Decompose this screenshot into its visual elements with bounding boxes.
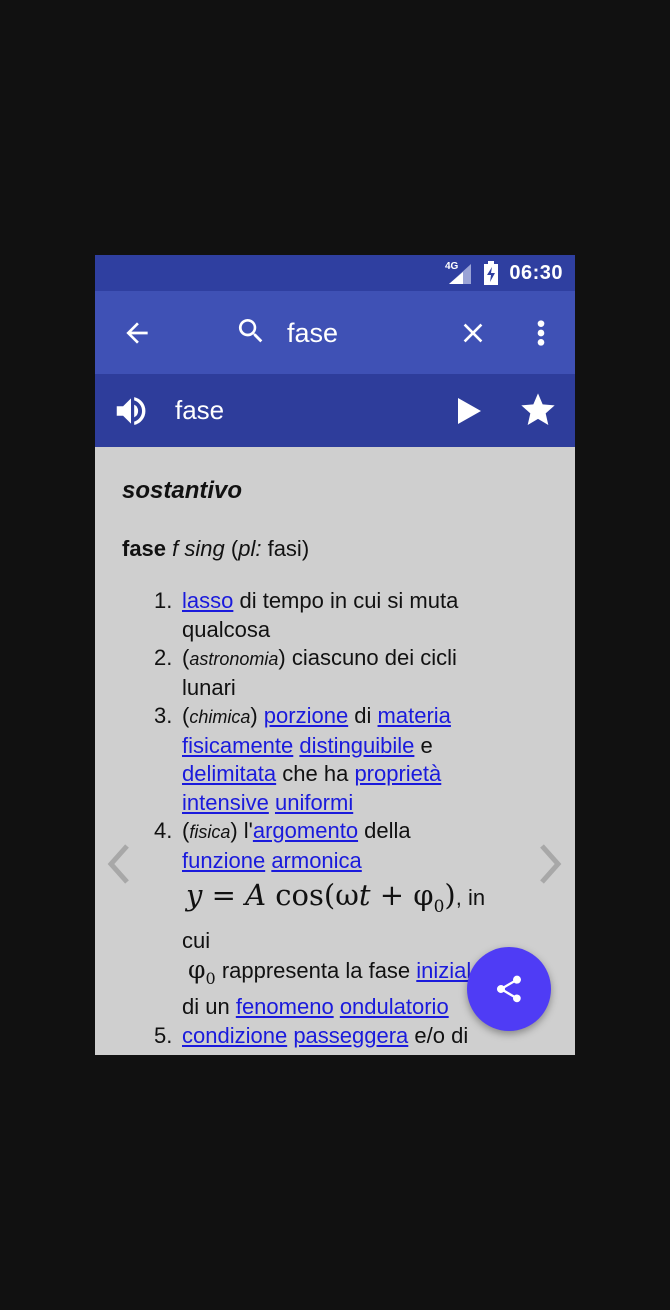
- link-fisicamente[interactable]: fisicamente: [182, 733, 293, 758]
- status-time: 06:30: [509, 262, 563, 284]
- part-of-speech: sostantivo: [122, 477, 243, 504]
- headword-label: fase: [175, 395, 225, 425]
- definition-item: 5.condizione passeggera e/o di miglioram…: [145, 1022, 490, 1055]
- search-toolbar: fase: [95, 291, 575, 374]
- definition-item: 4. (fisica) l'argomento della funzione ar…: [154, 818, 486, 1020]
- link-fenomeno[interactable]: fenomeno: [236, 994, 334, 1019]
- link-argomento[interactable]: argomento: [253, 818, 358, 843]
- domain-label: (astronomia): [182, 645, 286, 670]
- close-icon[interactable]: [457, 317, 489, 349]
- speaker-icon[interactable]: [111, 392, 151, 430]
- link-ondulatorio[interactable]: ondulatorio: [340, 994, 449, 1019]
- link-delimitata[interactable]: delimitata: [182, 761, 276, 786]
- harmonic-formula: y = A cos(ωt + φ0): [186, 878, 456, 917]
- app-screen: 4G 06:30 fase fase sostantivo fase f sin…: [95, 255, 575, 1055]
- battery-charging-icon: [484, 261, 498, 285]
- share-button[interactable]: [467, 947, 551, 1031]
- entry-header: fase f sing (pl: fasi): [122, 536, 309, 562]
- chevron-right-icon[interactable]: [536, 842, 564, 886]
- plural-label: pl:: [238, 536, 262, 561]
- more-vert-icon[interactable]: [529, 317, 553, 349]
- domain-label: (chimica): [182, 703, 258, 728]
- link-intensive[interactable]: intensive: [182, 790, 269, 815]
- play-icon[interactable]: [455, 396, 483, 426]
- entry-headword: fase: [122, 536, 167, 561]
- share-icon: [496, 975, 521, 1003]
- link-uniformi[interactable]: uniformi: [275, 790, 353, 815]
- definition-number: 4.: [154, 818, 173, 843]
- star-icon[interactable]: [517, 390, 559, 430]
- domain-label: (fisica): [182, 818, 238, 843]
- search-input[interactable]: fase: [287, 318, 338, 349]
- signal-icon: [449, 264, 471, 284]
- plural-value: fasi): [261, 536, 310, 561]
- gender-number: f sing: [172, 536, 225, 561]
- back-arrow-icon[interactable]: [121, 317, 153, 349]
- link-funzione[interactable]: funzione: [182, 848, 265, 873]
- search-icon[interactable]: [235, 315, 267, 347]
- link-armonica[interactable]: armonica: [271, 848, 361, 873]
- link-distinguibile[interactable]: distinguibile: [299, 733, 414, 758]
- link-lasso[interactable]: lasso: [182, 588, 233, 613]
- link-materia[interactable]: materia: [378, 703, 451, 728]
- link-miglioramento[interactable]: miglioramento: [182, 1051, 320, 1055]
- word-bar: fase: [95, 374, 575, 447]
- definition-number: 3.: [154, 703, 173, 728]
- chevron-left-icon[interactable]: [105, 842, 133, 886]
- definition-number: 2.: [154, 645, 173, 670]
- link-porzione[interactable]: porzione: [264, 703, 348, 728]
- definition-item: 1. lasso di tempo in cui si muta qualcosa: [145, 587, 490, 644]
- link-proprieta[interactable]: proprietà: [354, 761, 441, 786]
- definition-number: 1.: [154, 588, 173, 613]
- definition-number: 5.: [154, 1022, 173, 1048]
- link-passeggera[interactable]: passeggera: [293, 1023, 408, 1048]
- phi-symbol: φ0: [188, 954, 216, 988]
- definition-item: 3. (chimica) porzione di materia fisicame…: [154, 703, 451, 815]
- definitions-list: 1. lasso di tempo in cui si muta qualcosa…: [145, 587, 490, 1055]
- definition-item: 2. (astronomia) ciascuno dei cicli lunari: [145, 644, 490, 702]
- link-condizione[interactable]: condizione: [182, 1023, 287, 1048]
- status-bar: 4G 06:30: [95, 255, 575, 291]
